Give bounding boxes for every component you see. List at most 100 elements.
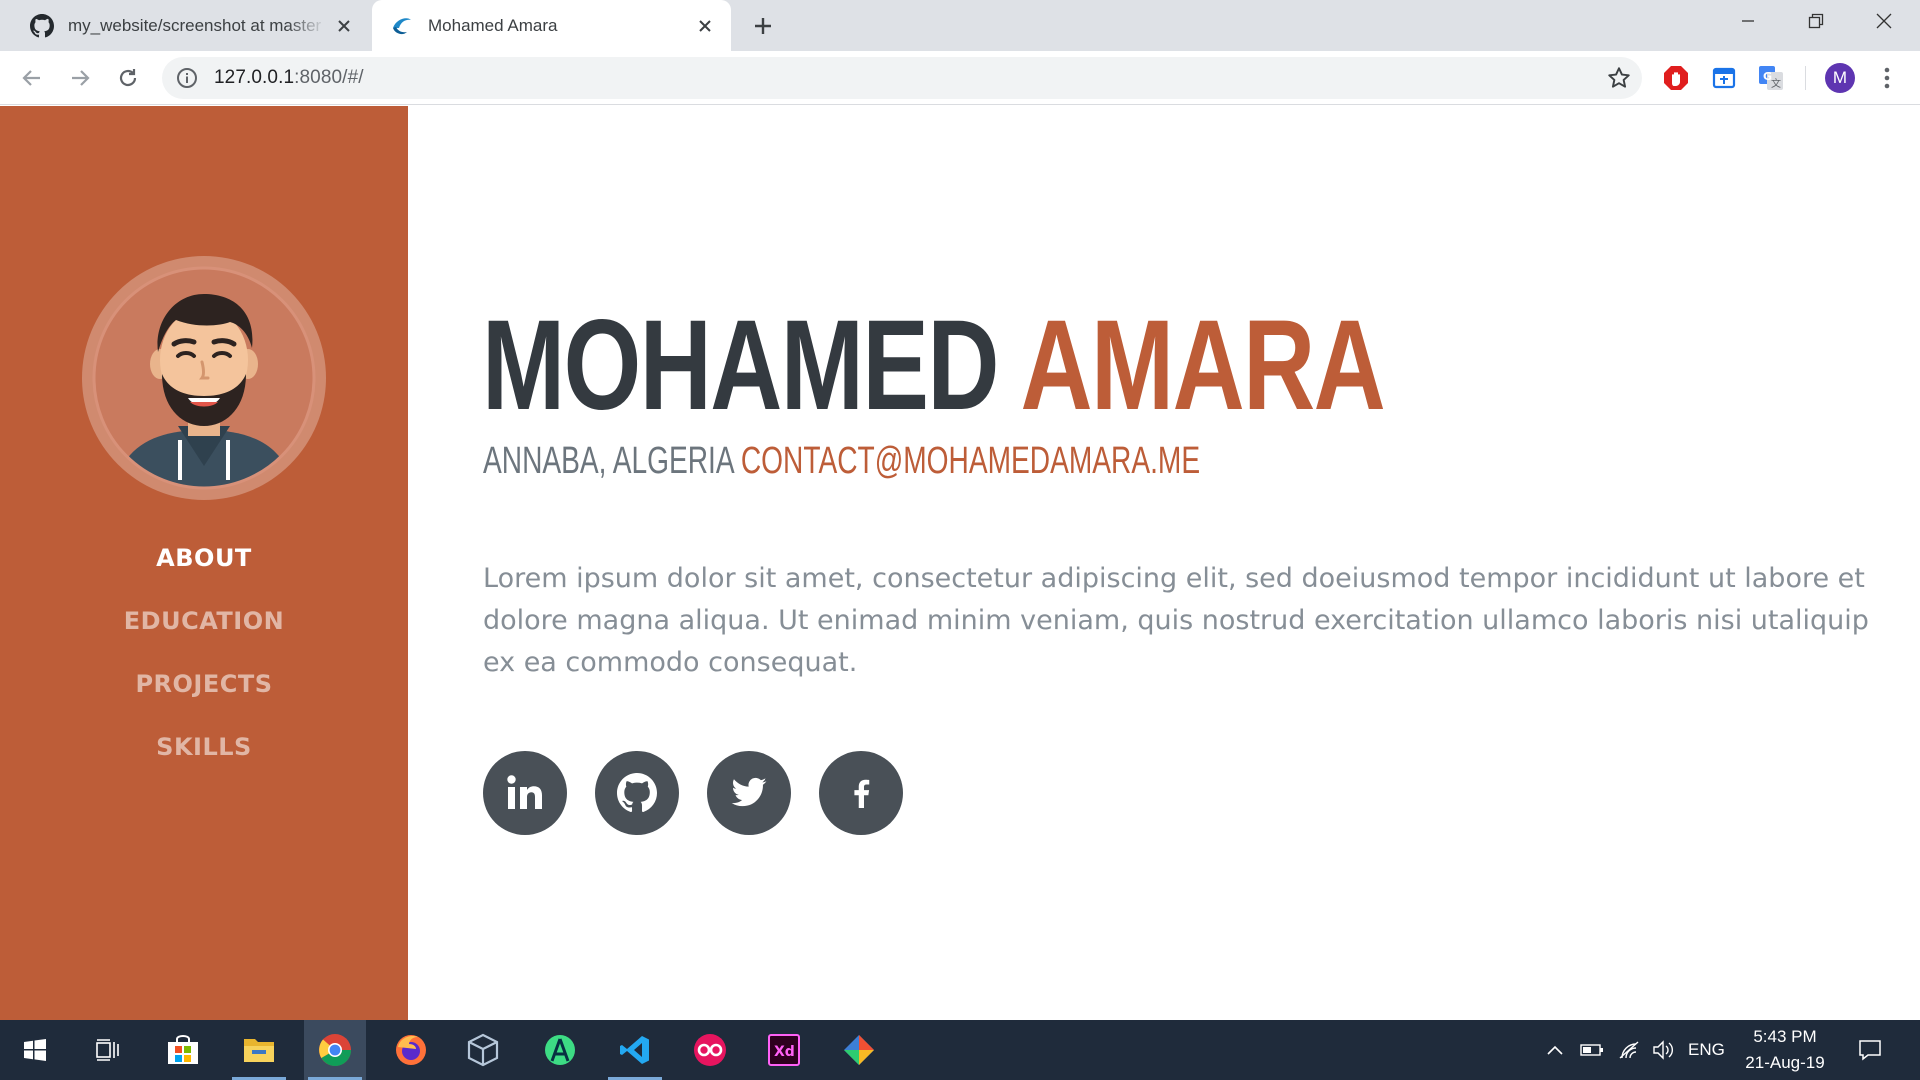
- bookmark-star-icon[interactable]: [1606, 65, 1632, 91]
- taskbar-firefox[interactable]: [380, 1020, 442, 1080]
- reload-icon: [119, 69, 137, 87]
- firefox-icon: [396, 1035, 426, 1065]
- social-icons: [483, 751, 931, 835]
- tab-title: Mohamed Amara: [428, 15, 558, 35]
- chevron-up-icon: [1547, 1045, 1563, 1055]
- network-status[interactable]: [1614, 1020, 1644, 1080]
- taskbar-clock[interactable]: 5:43 PM 21-Aug-19: [1735, 1020, 1835, 1080]
- action-center-button[interactable]: [1850, 1020, 1890, 1080]
- url-text: 127.0.0.1:8080/#/: [214, 67, 364, 88]
- start-button[interactable]: [4, 1020, 66, 1080]
- task-view-icon: [96, 1039, 119, 1061]
- virtualbox-icon: [467, 1033, 499, 1067]
- battery-status[interactable]: [1578, 1020, 1606, 1080]
- avatar-illustration: [92, 266, 316, 490]
- arrow-left-icon: [22, 70, 40, 86]
- address-bar[interactable]: 127.0.0.1:8080/#/: [162, 57, 1642, 99]
- microsoft-store-icon: [168, 1035, 198, 1064]
- tab-github[interactable]: my_website/screenshot at master: [0, 0, 370, 51]
- nav-item-projects[interactable]: PROJECTS: [0, 660, 408, 723]
- task-view-button[interactable]: [76, 1020, 138, 1080]
- show-hidden-icons-button[interactable]: [1542, 1020, 1568, 1080]
- more-vertical-icon: [1884, 67, 1890, 89]
- tab-mohamed-amara[interactable]: Mohamed Amara: [372, 0, 731, 51]
- about-section: MOHAMED AMARA ANNABA, ALGERIA CONTACT@MO…: [408, 106, 1920, 1020]
- taskbar-vscode[interactable]: [604, 1020, 666, 1080]
- back-button[interactable]: [12, 58, 52, 98]
- minimize-button[interactable]: [1714, 0, 1782, 42]
- sidebar: ABOUT EDUCATION PROJECTS SKILLS: [0, 106, 408, 1020]
- taskbar-store[interactable]: [152, 1020, 214, 1080]
- sidebar-nav: ABOUT EDUCATION PROJECTS SKILLS: [0, 534, 408, 786]
- wifi-icon: [1619, 1041, 1639, 1059]
- close-icon: [1876, 13, 1892, 29]
- clock-time: 5:43 PM: [1753, 1027, 1817, 1046]
- git-diamond-icon: [844, 1035, 874, 1065]
- folder-icon: [244, 1039, 274, 1062]
- twitter-button[interactable]: [707, 751, 791, 835]
- vscode-icon: [620, 1036, 649, 1064]
- facebook-button[interactable]: [819, 751, 903, 835]
- notification-icon: [1859, 1040, 1881, 1061]
- restore-button[interactable]: [1782, 0, 1850, 42]
- first-name: MOHAMED: [482, 294, 1000, 437]
- toolbar-separator: [1805, 66, 1806, 90]
- adobe-xd-icon: Xd: [768, 1034, 800, 1066]
- browser-toolbar: 127.0.0.1:8080/#/ G文 M: [0, 51, 1920, 105]
- chrome-icon: [319, 1034, 352, 1066]
- svg-text:Xd: Xd: [774, 1044, 795, 1060]
- bio-text: Lorem ipsum dolor sit amet, consectetur …: [483, 563, 1869, 678]
- taskbar-flickr[interactable]: [679, 1020, 741, 1080]
- last-name: AMARA: [1020, 294, 1385, 437]
- taskbar-chrome[interactable]: [304, 1020, 366, 1080]
- volume-control[interactable]: [1650, 1020, 1678, 1080]
- arrow-right-icon: [72, 70, 90, 86]
- windows-taskbar: Xd ENG 5:43 PM 21-Aug-19: [0, 1020, 1920, 1080]
- close-icon[interactable]: [687, 8, 723, 44]
- battery-icon: [1580, 1044, 1603, 1056]
- github-icon: [617, 773, 657, 813]
- adblock-extension-icon[interactable]: [1662, 64, 1690, 92]
- page-title: MOHAMED AMARA: [482, 294, 1386, 437]
- profile-avatar-image: [82, 256, 326, 500]
- browser-tab-strip: my_website/screenshot at master Mohamed …: [0, 0, 1920, 51]
- facebook-icon: [854, 779, 870, 808]
- reload-button[interactable]: [108, 58, 148, 98]
- svg-text:文: 文: [1771, 77, 1781, 90]
- location-contact: ANNABA, ALGERIA CONTACT@MOHAMEDAMARA.ME: [483, 439, 1200, 483]
- nav-item-education[interactable]: EDUCATION: [0, 597, 408, 660]
- plus-icon: [755, 18, 771, 34]
- browser-menu-button[interactable]: [1874, 63, 1900, 93]
- speaker-icon: [1653, 1040, 1673, 1060]
- translate-page-extension-icon[interactable]: [1710, 64, 1738, 92]
- linkedin-button[interactable]: [483, 751, 567, 835]
- new-tab-button[interactable]: [745, 8, 781, 44]
- input-language-indicator[interactable]: ENG: [1688, 1020, 1725, 1080]
- android-studio-icon: [545, 1035, 575, 1065]
- forward-button[interactable]: [60, 58, 100, 98]
- taskbar-android-studio[interactable]: [529, 1020, 591, 1080]
- taskbar-file-explorer[interactable]: [228, 1020, 290, 1080]
- flickr-icon: [694, 1034, 726, 1066]
- github-icon: [30, 13, 54, 37]
- site-favicon: [393, 17, 411, 34]
- taskbar-git-app[interactable]: [828, 1020, 890, 1080]
- location: ANNABA, ALGERIA: [483, 440, 734, 482]
- nav-item-about[interactable]: ABOUT: [0, 534, 408, 597]
- nav-item-skills[interactable]: SKILLS: [0, 723, 408, 786]
- tab-title: my_website/screenshot at master: [68, 15, 322, 35]
- info-icon: [177, 68, 197, 88]
- windows-logo-icon: [24, 1039, 46, 1061]
- restore-icon: [1808, 13, 1824, 29]
- twitter-icon: [731, 777, 767, 807]
- close-icon[interactable]: [326, 8, 362, 44]
- profile-avatar[interactable]: M: [1825, 63, 1855, 93]
- google-translate-extension-icon[interactable]: G文: [1757, 64, 1785, 92]
- close-window-button[interactable]: [1850, 0, 1918, 42]
- email-link[interactable]: CONTACT@MOHAMEDAMARA.ME: [741, 440, 1200, 482]
- taskbar-adobe-xd[interactable]: Xd: [753, 1020, 815, 1080]
- linkedin-icon: [507, 775, 542, 809]
- minimize-icon: [1742, 20, 1754, 22]
- github-button[interactable]: [595, 751, 679, 835]
- taskbar-virtualbox[interactable]: [452, 1020, 514, 1080]
